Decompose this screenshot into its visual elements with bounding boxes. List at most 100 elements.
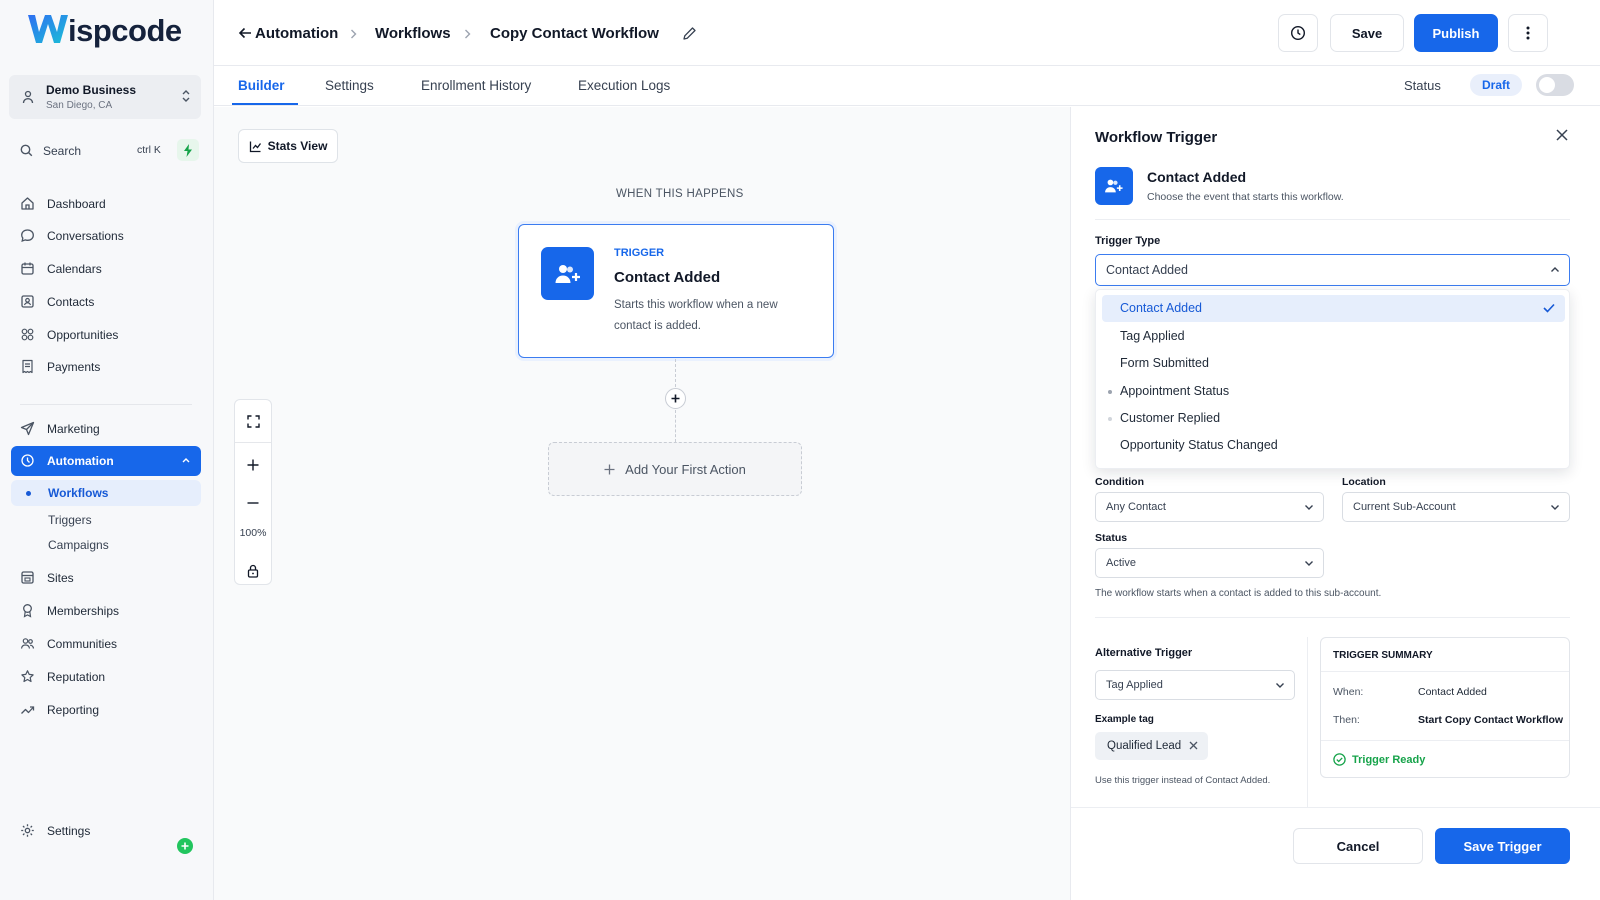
- alt-trigger-hint: Use this trigger instead of Contact Adde…: [1095, 775, 1271, 786]
- brand-logo[interactable]: ispcode: [26, 12, 182, 46]
- bolt-icon: [184, 143, 192, 157]
- browser-icon: [21, 571, 34, 584]
- more-options-button[interactable]: [1508, 14, 1548, 52]
- sidebar-item-communities[interactable]: Communities: [0, 629, 214, 659]
- option-tag-applied[interactable]: Tag Applied: [1102, 323, 1565, 350]
- publish-button[interactable]: Publish: [1414, 14, 1498, 52]
- page-title: Copy Contact Workflow: [490, 25, 659, 42]
- option-appointment-status[interactable]: Appointment Status: [1102, 378, 1565, 405]
- trigger-type-value: Contact Added: [1106, 263, 1189, 277]
- add-badge-button[interactable]: [177, 838, 193, 854]
- summary-divider: [1321, 671, 1569, 672]
- status-badge: Draft: [1470, 74, 1522, 96]
- summary-then-value: Start Copy Contact Workflow: [1418, 714, 1564, 726]
- account-name: Demo Business: [46, 83, 137, 97]
- pencil-icon[interactable]: [682, 26, 697, 41]
- arrow-left-icon[interactable]: [238, 27, 252, 39]
- clock-icon: [1290, 25, 1306, 41]
- fit-view-button[interactable]: [235, 406, 271, 436]
- more-vertical-icon: [1526, 26, 1530, 40]
- sidebar-item-automation[interactable]: Automation: [11, 446, 201, 476]
- add-step-button[interactable]: [665, 388, 686, 409]
- sidebar-item-label: Dashboard: [47, 197, 106, 211]
- chevron-down-icon: [1551, 505, 1559, 510]
- sidebar-subitem-workflows[interactable]: Workflows: [11, 480, 201, 506]
- tab-execution-logs[interactable]: Execution Logs: [578, 78, 670, 93]
- sidebar-item-label: Campaigns: [48, 538, 109, 552]
- sidebar-divider: [20, 404, 192, 405]
- zoom-level: 100%: [239, 527, 267, 539]
- location-select[interactable]: Current Sub-Account: [1342, 492, 1570, 522]
- lock-canvas-button[interactable]: [235, 556, 271, 586]
- sidebar-item-dashboard[interactable]: Dashboard: [0, 189, 214, 219]
- add-first-action-button[interactable]: Add Your First Action: [548, 442, 802, 496]
- alt-trigger-select[interactable]: Tag Applied: [1095, 670, 1295, 700]
- sidebar-item-reputation[interactable]: Reputation: [0, 662, 214, 692]
- search-shortcut: ctrl K: [137, 144, 161, 156]
- option-opportunity-status-changed[interactable]: Opportunity Status Changed: [1102, 432, 1565, 459]
- sidebar-item-sites[interactable]: Sites: [0, 563, 214, 593]
- gear-icon: [21, 824, 34, 837]
- sidebar-item-payments[interactable]: Payments: [0, 352, 214, 382]
- sidebar-item-conversations[interactable]: Conversations: [0, 221, 214, 251]
- alt-trigger-value: Tag Applied: [1106, 679, 1163, 691]
- status-label: Status: [1404, 78, 1441, 93]
- breadcrumb-automation[interactable]: Automation: [255, 25, 338, 42]
- tab-builder[interactable]: Builder: [238, 78, 285, 93]
- close-icon[interactable]: [1556, 129, 1568, 141]
- quick-action-button[interactable]: [177, 139, 199, 161]
- tab-enrollment-history[interactable]: Enrollment History: [421, 78, 531, 93]
- option-contact-added[interactable]: Contact Added: [1102, 295, 1565, 322]
- sidebar-item-calendars[interactable]: Calendars: [0, 254, 214, 284]
- history-button[interactable]: [1278, 14, 1318, 52]
- search-bar[interactable]: Search ctrl K: [9, 137, 201, 165]
- remove-tag-icon[interactable]: [1189, 741, 1198, 750]
- tab-settings[interactable]: Settings: [325, 78, 374, 93]
- account-icon: [22, 90, 34, 104]
- save-trigger-button[interactable]: Save Trigger: [1435, 828, 1570, 864]
- save-button[interactable]: Save: [1330, 14, 1404, 52]
- sidebar-item-label: Contacts: [47, 295, 95, 309]
- cancel-button[interactable]: Cancel: [1293, 828, 1423, 864]
- option-label: Form Submitted: [1120, 356, 1209, 370]
- status-toggle[interactable]: [1536, 74, 1574, 96]
- breadcrumb-workflows[interactable]: Workflows: [375, 25, 451, 42]
- trigger-card[interactable]: TRIGGER Contact Added Starts this workfl…: [518, 224, 834, 358]
- sidebar-item-label: Communities: [47, 637, 118, 651]
- star-icon: [21, 670, 34, 683]
- check-circle-icon: [1333, 753, 1346, 766]
- sidebar-item-reporting[interactable]: Reporting: [0, 695, 214, 725]
- bullet-icon: [1108, 390, 1112, 394]
- trigger-tag: TRIGGER: [614, 247, 665, 259]
- trigger-type-select[interactable]: Contact Added: [1095, 254, 1570, 286]
- expand-icon: [246, 414, 260, 428]
- chevron-right-icon: [351, 29, 357, 39]
- zoom-in-button[interactable]: [235, 450, 271, 480]
- condition-select[interactable]: Any Contact: [1095, 492, 1324, 522]
- tag-chip: Qualified Lead: [1095, 732, 1208, 760]
- sidebar-item-contacts[interactable]: Contacts: [0, 287, 214, 317]
- connector-line: [675, 410, 676, 442]
- zoom-divider: [235, 442, 271, 443]
- sidebar-item-opportunities[interactable]: Opportunities: [0, 320, 214, 350]
- sidebar-item-label: Reputation: [47, 670, 106, 684]
- active-dot: [26, 491, 31, 496]
- summary-when-key: When:: [1333, 686, 1364, 698]
- stats-view-button[interactable]: Stats View: [238, 129, 338, 163]
- status-select[interactable]: Active: [1095, 548, 1324, 578]
- receipt-icon: [22, 359, 33, 374]
- account-switcher[interactable]: Demo Business San Diego, CA: [9, 75, 201, 119]
- option-form-submitted[interactable]: Form Submitted: [1102, 350, 1565, 377]
- option-customer-replied[interactable]: Customer Replied: [1102, 405, 1565, 432]
- sidebar-subitem-campaigns[interactable]: Campaigns: [11, 532, 201, 558]
- summary-then-key: Then:: [1333, 714, 1360, 726]
- sidebar-item-marketing[interactable]: Marketing: [0, 414, 214, 444]
- zoom-out-button[interactable]: [235, 488, 271, 518]
- active-tab-indicator: [232, 103, 298, 105]
- sidebar-subitem-triggers[interactable]: Triggers: [11, 507, 201, 533]
- sidebar-item-memberships[interactable]: Memberships: [0, 596, 214, 626]
- home-icon: [21, 197, 34, 210]
- workflow-canvas[interactable]: Stats View WHEN THIS HAPPENS TRIGGER Con…: [214, 107, 1070, 900]
- status-value: Active: [1106, 557, 1136, 569]
- sidebar-item-label: Payments: [47, 360, 101, 374]
